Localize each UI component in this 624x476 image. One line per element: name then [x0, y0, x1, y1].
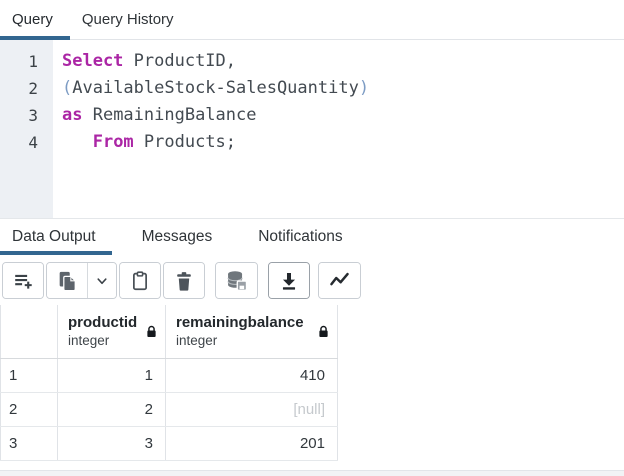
column-header-remainingbalance[interactable]: remainingbalance integer [165, 305, 338, 359]
cell-productid[interactable]: 3 [57, 426, 166, 461]
tab-messages[interactable]: Messages [126, 219, 229, 255]
sql-keyword: From [92, 132, 134, 152]
results-grid: productid integer remainingbalance integ… [0, 305, 338, 461]
editor-gutter: 1 2 3 4 [0, 40, 53, 218]
grid-bottom-gap [0, 460, 624, 470]
sql-bracket: ) [358, 78, 370, 98]
cell-remainingbalance[interactable]: 201 [165, 426, 338, 461]
line-number: 2 [28, 79, 38, 98]
row-number[interactable]: 1 [0, 358, 58, 393]
graph-visualiser-button[interactable] [319, 263, 360, 298]
lock-icon [146, 325, 157, 338]
column-name: remainingbalance [176, 313, 304, 331]
trash-icon [173, 270, 195, 292]
code-line-4: From Products; [62, 129, 624, 156]
tab-notifications-label: Notifications [258, 228, 343, 245]
query-tab-bar: Query Query History [0, 0, 624, 40]
copy-icon [56, 270, 78, 292]
lock-icon [318, 325, 329, 338]
line-number: 4 [28, 133, 38, 152]
sql-keyword: as [62, 105, 83, 125]
paste-button[interactable] [120, 263, 160, 298]
table-row: 2 2 [null] [0, 392, 338, 427]
column-type: integer [68, 332, 110, 348]
code-line-2: (AvailableStock-SalesQuantity) [62, 75, 624, 102]
table-row: 1 1 410 [0, 358, 338, 393]
database-save-icon [225, 269, 248, 292]
output-tab-bar: Data Output Messages Notifications [0, 219, 624, 255]
cell-remainingbalance[interactable]: 410 [165, 358, 338, 393]
download-group [268, 262, 310, 299]
tab-notifications[interactable]: Notifications [242, 219, 358, 255]
sql-text: ProductID, [123, 51, 237, 71]
row-number[interactable]: 3 [0, 426, 58, 461]
copy-group [46, 262, 117, 299]
graph-group [318, 262, 361, 299]
data-output-toolbar [0, 255, 624, 305]
paste-icon [129, 270, 151, 292]
cell-productid[interactable]: 1 [57, 358, 166, 393]
line-number: 3 [28, 106, 38, 125]
copy-options-button[interactable] [87, 263, 116, 298]
tab-query[interactable]: Query [0, 0, 70, 40]
download-icon [278, 270, 300, 292]
tab-query-history[interactable]: Query History [70, 0, 191, 39]
copy-button[interactable] [47, 263, 87, 298]
editor-code-area[interactable]: Select ProductID, (AvailableStock-SalesQ… [53, 40, 624, 218]
sql-bracket: ( [62, 78, 73, 98]
cell-productid[interactable]: 2 [57, 392, 166, 427]
add-row-button[interactable] [3, 263, 43, 298]
download-button[interactable] [269, 263, 309, 298]
add-row-group [2, 262, 44, 299]
table-row: 3 3 201 [0, 426, 338, 461]
code-line-3: as RemainingBalance [62, 102, 624, 129]
save-data-changes-button[interactable] [216, 263, 257, 298]
tab-query-label: Query [12, 11, 53, 28]
grid-header-row: productid integer remainingbalance integ… [0, 305, 338, 359]
save-data-group [215, 262, 258, 299]
sql-text: Products; [133, 132, 237, 152]
column-header-productid[interactable]: productid integer [57, 305, 166, 359]
cell-remainingbalance[interactable]: [null] [165, 392, 338, 427]
code-line-1: Select ProductID, [62, 48, 624, 75]
select-all-corner[interactable] [0, 305, 58, 359]
sql-text: AvailableStock-SalesQuantity [72, 78, 359, 98]
column-name: productid [68, 313, 138, 331]
sql-text: RemainingBalance [82, 105, 257, 125]
tab-query-history-label: Query History [81, 11, 174, 28]
sql-editor[interactable]: 1 2 3 4 Select ProductID, (AvailableStoc… [0, 40, 624, 219]
tab-data-output-label: Data Output [12, 228, 96, 245]
tab-messages-label: Messages [141, 228, 213, 245]
line-number: 1 [28, 52, 38, 71]
row-number[interactable]: 2 [0, 392, 58, 427]
chevron-down-icon [93, 272, 111, 290]
sql-indent [62, 132, 93, 152]
add-row-icon [12, 270, 34, 292]
sql-keyword: Select [62, 51, 124, 71]
paste-group [119, 262, 161, 299]
delete-group [163, 262, 205, 299]
tab-data-output[interactable]: Data Output [0, 219, 112, 255]
line-chart-icon [328, 269, 351, 292]
query-tool-window: Query Query History 1 2 3 4 Select Produ… [0, 0, 624, 476]
delete-button[interactable] [164, 263, 204, 298]
status-strip [0, 470, 624, 476]
column-type: integer [176, 332, 218, 348]
